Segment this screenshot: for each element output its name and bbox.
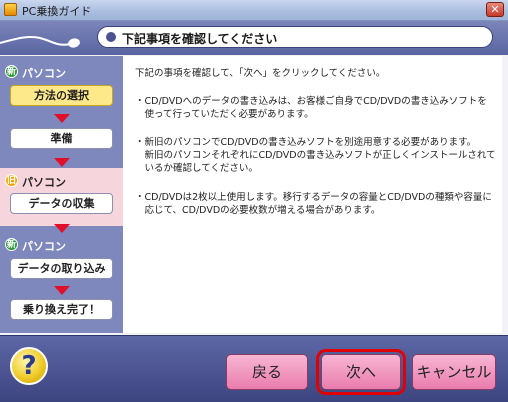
footer-bar: ? 戻る 次へ キャンセル	[0, 335, 508, 402]
sidebar-section-new-1: 新 パソコン 方法の選択 準備	[0, 56, 123, 167]
section-label: パソコン	[22, 240, 66, 253]
old-badge-icon: 旧	[5, 174, 18, 187]
note-writing-software: ・新旧のパソコンでCD/DVDの書き込みソフトを別途用意する必要があります。 新…	[135, 137, 496, 174]
intro-text: 下記の事項を確認して、「次へ」をクリックしてください。	[135, 68, 386, 79]
close-button[interactable]: ✕	[486, 2, 504, 17]
help-icon[interactable]: ?	[10, 347, 48, 385]
next-button[interactable]: 次へ	[316, 349, 406, 395]
step-sidebar: 新 パソコン 方法の選択 準備 旧 パソコン データの収集 新 パソコン データ…	[0, 56, 123, 333]
title-bar: PC乗換ガイド ✕	[0, 0, 508, 21]
app-window: PC乗換ガイド ✕ 下記事項を確認してください 新 パソコン 方法の選択 準備	[0, 0, 508, 402]
app-icon	[4, 3, 17, 16]
note-disc-count: ・CD/DVDは2枚以上使用します。移行するデータの容量とCD/DVDの種類や容…	[135, 192, 492, 216]
step-data-import: データの取り込み	[10, 258, 113, 279]
window-title: PC乗換ガイド	[22, 5, 92, 18]
header-band: 下記事項を確認してください	[0, 21, 508, 55]
step-data-collection: データの収集	[10, 193, 113, 214]
note-cd-dvd-writing: ・CD/DVDへのデータの書き込みは、お客様ご自身でCD/DVDの書き込みソフト…	[135, 96, 487, 120]
header-bullet-icon	[106, 32, 116, 42]
section-label: パソコン	[22, 67, 66, 80]
section-label: パソコン	[22, 176, 66, 189]
down-arrow-icon	[54, 114, 70, 123]
instructions-panel: 下記の事項を確認して、「次へ」をクリックしてください。 ・CD/DVDへのデータ…	[123, 56, 502, 333]
new-badge-icon: 新	[5, 238, 18, 251]
back-button[interactable]: 戻る	[226, 354, 308, 390]
page-title: 下記事項を確認してください	[122, 32, 278, 46]
down-arrow-icon	[54, 158, 70, 167]
header-title-pill: 下記事項を確認してください	[97, 26, 493, 48]
down-arrow-icon	[54, 224, 70, 233]
down-arrow-icon	[54, 286, 70, 295]
step-transfer-complete: 乗り換え完了！	[10, 299, 113, 320]
sidebar-section-new-2: 新 パソコン データの取り込み 乗り換え完了！	[0, 234, 123, 333]
step-preparation: 準備	[10, 128, 113, 149]
sidebar-section-old: 旧 パソコン データの収集	[0, 168, 123, 226]
step-method-selection: 方法の選択	[10, 85, 113, 106]
mouse-cable-decoration	[0, 35, 80, 48]
new-badge-icon: 新	[5, 65, 18, 78]
cancel-button[interactable]: キャンセル	[412, 354, 496, 390]
